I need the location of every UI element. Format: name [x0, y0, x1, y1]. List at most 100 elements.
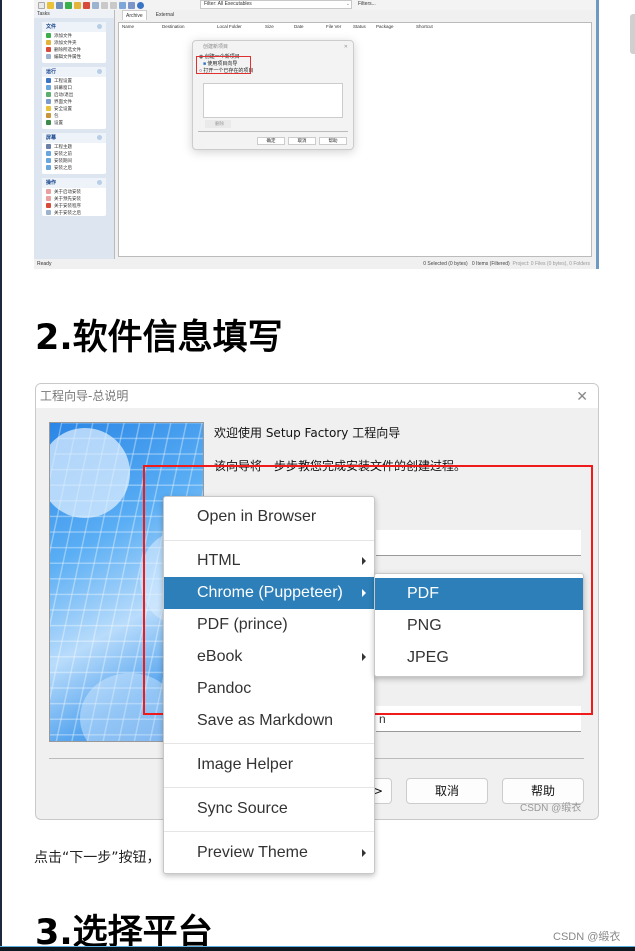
- task-item[interactable]: 添加文件: [42, 32, 106, 39]
- close-icon[interactable]: ✕: [344, 41, 348, 54]
- tab-archive[interactable]: Archive: [122, 10, 147, 20]
- task-item[interactable]: 编辑文件属性: [42, 53, 106, 60]
- search-icon[interactable]: [92, 1, 99, 9]
- ok-button[interactable]: 确定: [257, 137, 285, 145]
- task-item[interactable]: 添加文件夹: [42, 39, 106, 46]
- cancel-button[interactable]: 取消: [406, 778, 488, 804]
- column-header[interactable]: Name: [119, 23, 159, 31]
- filter-select[interactable]: Filter: All Executables ⌄: [200, 0, 352, 9]
- menu-divider: [164, 787, 374, 788]
- task-item[interactable]: 关于安装之后: [42, 209, 106, 216]
- add-icon[interactable]: [65, 1, 72, 9]
- settings-icon[interactable]: [128, 1, 135, 9]
- open-icon[interactable]: [47, 1, 54, 9]
- status-ready: Ready: [37, 261, 52, 267]
- help-icon[interactable]: [137, 1, 144, 9]
- task-item[interactable]: 启动/退出: [42, 91, 106, 98]
- submenu-arrow-icon: [362, 849, 366, 857]
- watermark: CSDN @缎衣: [553, 931, 621, 943]
- setup-factory-screenshot: Filter: All Executables ⌄ Filters... Tas…: [34, 0, 599, 269]
- help-button[interactable]: 帮助: [319, 137, 347, 145]
- filter-label: Filter:: [204, 1, 217, 7]
- menu-item-pandoc[interactable]: Pandoc: [164, 673, 374, 705]
- add-folder-icon[interactable]: [74, 1, 81, 9]
- task-item[interactable]: 安装之前: [42, 150, 106, 157]
- menu-item-chrome-puppeteer[interactable]: Chrome (Puppeteer): [164, 577, 374, 609]
- column-header[interactable]: Status: [350, 23, 373, 31]
- recent-projects-list[interactable]: [203, 83, 343, 118]
- group-label: 操作: [46, 180, 57, 186]
- save-icon[interactable]: [56, 1, 63, 9]
- menu-item-save-as-markdown[interactable]: Save as Markdown: [164, 705, 374, 737]
- menu-item-html[interactable]: HTML: [164, 545, 374, 577]
- menu-divider: [164, 540, 374, 541]
- column-header[interactable]: Local Folder: [214, 23, 262, 31]
- menu-item-label: Sync Source: [197, 800, 288, 817]
- submenu-item-png[interactable]: PNG: [375, 610, 583, 642]
- task-item[interactable]: 关于启动安装: [42, 188, 106, 195]
- column-header[interactable]: Package: [373, 23, 413, 31]
- collapse-icon[interactable]: [97, 135, 102, 140]
- submenu-item-jpeg[interactable]: JPEG: [375, 642, 583, 674]
- task-item[interactable]: 安装之后: [42, 164, 106, 171]
- undo-icon[interactable]: [101, 1, 108, 9]
- build-icon[interactable]: [119, 1, 126, 9]
- menu-item-label: Preview Theme: [197, 844, 308, 861]
- redo-icon[interactable]: [110, 1, 117, 9]
- task-item[interactable]: 关于安装程序: [42, 202, 106, 209]
- menu-item-label: Open in Browser: [197, 508, 317, 525]
- task-group-title[interactable]: 运行: [42, 67, 106, 77]
- task-item[interactable]: 工程主题: [42, 143, 106, 150]
- menu-item-pdf-prince[interactable]: PDF (prince): [164, 609, 374, 641]
- tab-external[interactable]: External: [153, 10, 177, 20]
- column-header[interactable]: Shortcut: [413, 23, 453, 31]
- collapse-icon[interactable]: [97, 24, 102, 29]
- task-item[interactable]: 设置: [42, 119, 106, 126]
- task-group-title[interactable]: 屏幕: [42, 133, 106, 143]
- filters-button[interactable]: Filters...: [356, 0, 394, 9]
- menu-item-label: Image Helper: [197, 756, 294, 773]
- task-item[interactable]: 工程设置: [42, 77, 106, 84]
- file-list[interactable]: Name Destination Local Folder Size Date …: [118, 22, 592, 257]
- close-icon[interactable]: ✕: [576, 388, 588, 405]
- column-header[interactable]: Date: [291, 23, 323, 31]
- new-icon[interactable]: [38, 1, 45, 9]
- column-header[interactable]: File Ver: [323, 23, 350, 31]
- task-item[interactable]: 关于预先安装: [42, 195, 106, 202]
- menu-item-sync-source[interactable]: Sync Source: [164, 793, 374, 825]
- group-label: 屏幕: [46, 135, 57, 141]
- task-item[interactable]: 屏幕窗口: [42, 84, 106, 91]
- delete-icon[interactable]: [83, 1, 90, 9]
- menu-item-image-helper[interactable]: Image Helper: [164, 749, 374, 781]
- menu-item-open-in-browser[interactable]: Open in Browser: [164, 501, 374, 533]
- watermark: CSDN @缎衣: [520, 803, 582, 814]
- dialog-title-text: 创建新项目: [203, 44, 229, 50]
- wizard-welcome: 欢迎使用 Setup Factory 工程向导: [214, 426, 401, 440]
- task-item[interactable]: 删除所选文件: [42, 46, 106, 53]
- task-item[interactable]: 安全设置: [42, 105, 106, 112]
- column-header[interactable]: Size: [262, 23, 291, 31]
- cancel-button[interactable]: 取消: [288, 137, 316, 145]
- task-item[interactable]: 包: [42, 112, 106, 119]
- dialog-buttons: 确定 取消 帮助: [257, 137, 347, 145]
- collapse-icon[interactable]: [97, 69, 102, 74]
- task-group-title[interactable]: 操作: [42, 178, 106, 188]
- menu-item-preview-theme[interactable]: Preview Theme: [164, 837, 374, 869]
- collapse-icon[interactable]: [97, 180, 102, 185]
- task-item[interactable]: 安装期间: [42, 157, 106, 164]
- taskbar: [0, 946, 635, 951]
- delete-button[interactable]: 删除: [205, 120, 231, 128]
- status-summary: 0 Selected (0 bytes) 0 Items (Filtered) …: [423, 259, 590, 269]
- status-selected: 0 Selected (0 bytes): [423, 261, 468, 267]
- menu-divider: [164, 743, 374, 744]
- column-header[interactable]: Destination: [159, 23, 214, 31]
- task-item[interactable]: 界面文件: [42, 98, 106, 105]
- task-group-title[interactable]: 文件: [42, 22, 106, 32]
- menu-item-ebook[interactable]: eBook: [164, 641, 374, 673]
- submenu-item-pdf[interactable]: PDF: [375, 578, 583, 610]
- scrollbar-thumb[interactable]: [630, 14, 635, 54]
- window-left-border: [0, 0, 2, 951]
- menu-item-label: Save as Markdown: [197, 712, 334, 729]
- divider: [198, 131, 348, 132]
- tab-bar: Archive External: [116, 10, 596, 20]
